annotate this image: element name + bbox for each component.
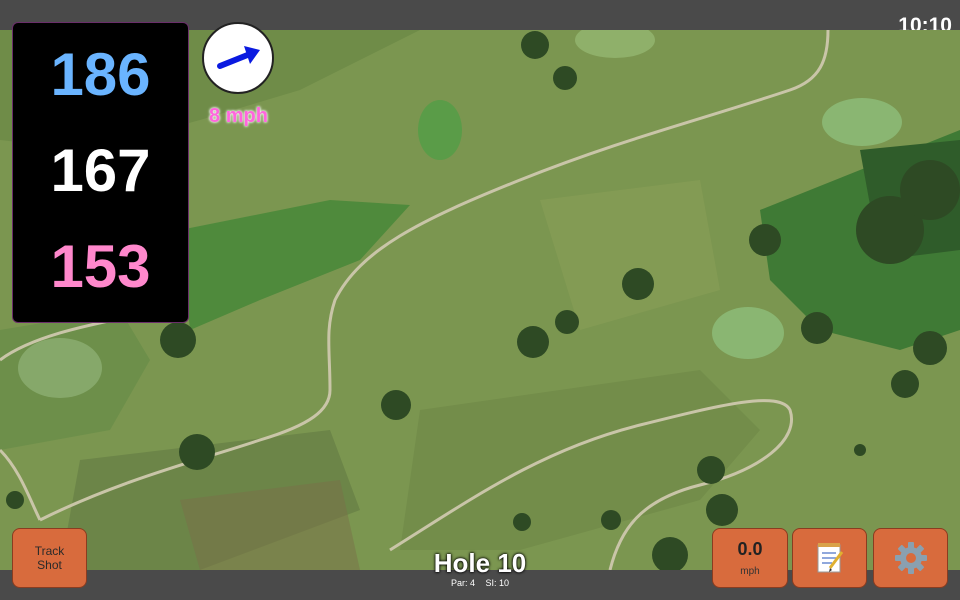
hole-info: Hole 10 Par: 4 SI: 10 bbox=[380, 548, 580, 588]
track-shot-button[interactable]: Track Shot bbox=[12, 528, 87, 588]
wind-speed-label: 8 mph bbox=[209, 105, 268, 127]
scorecard-button[interactable] bbox=[792, 528, 867, 588]
hole-title: Hole 10 bbox=[433, 548, 527, 578]
distance-front: 153 bbox=[50, 233, 151, 300]
speed-button[interactable]: 0.0 mph bbox=[712, 528, 788, 588]
hole-details: Par: 4 SI: 10 bbox=[380, 578, 580, 588]
hole-par: Par: 4 bbox=[450, 578, 475, 588]
notepad-icon bbox=[817, 543, 843, 573]
speed-unit: mph bbox=[740, 566, 760, 577]
hole-stroke-index: SI: 10 bbox=[485, 578, 510, 588]
distance-back: 186 bbox=[50, 41, 151, 108]
settings-button[interactable] bbox=[873, 528, 948, 588]
wind-arrow-icon bbox=[217, 46, 260, 69]
speed-value: 0.0 bbox=[737, 539, 763, 559]
gear-icon bbox=[894, 542, 927, 574]
track-shot-label-line2: Shot bbox=[37, 558, 62, 572]
distance-middle: 167 bbox=[50, 137, 151, 204]
distance-panel: 186 167 153 bbox=[12, 22, 189, 323]
wind-direction-dial bbox=[202, 22, 274, 94]
track-shot-label-line1: Track bbox=[34, 544, 65, 558]
